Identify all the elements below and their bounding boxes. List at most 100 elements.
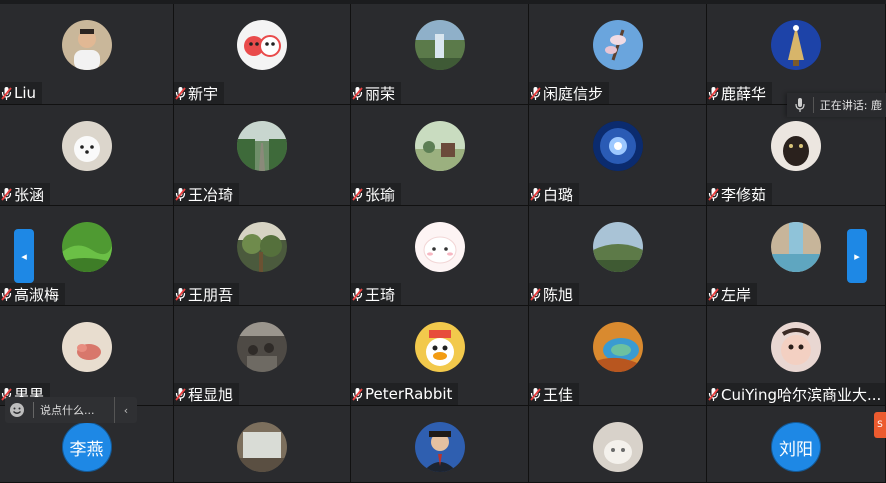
microphone-muted-icon [708,287,719,301]
participant-name: 闲庭信步 [543,84,604,103]
microphone-muted-icon [352,287,363,301]
avatar-initials: 刘阳 [771,422,821,472]
participant-nameplate: 王朋吾 [174,283,240,305]
side-panel-tab[interactable]: S [874,412,886,438]
microphone-icon [787,97,814,113]
participant-tile[interactable]: 鹿薛华 [707,4,886,105]
participant-nameplate: 丽荣 [351,82,402,104]
microphone-muted-icon [175,86,186,100]
next-page-button[interactable]: ▸ [847,229,867,283]
avatar [592,222,643,272]
participant-tile[interactable]: 程显旭 [174,306,351,406]
divider [33,402,34,418]
participant-tile[interactable] [351,406,529,483]
participant-name: 王朋吾 [188,285,234,304]
microphone-muted-icon [1,86,12,100]
participant-tile[interactable]: 王朋吾 [174,206,351,306]
participant-name: 左岸 [721,285,752,304]
participant-name: CuiYing哈尔滨商业大... [721,385,882,404]
participant-tile[interactable]: 丽荣 [351,4,529,105]
avatar [414,422,465,472]
participant-nameplate: 闲庭信步 [529,82,610,104]
chevron-right-icon: ▸ [854,249,860,263]
avatar [61,20,112,70]
participant-nameplate: 李修茹 [707,183,773,205]
chat-input-bar[interactable]: 说点什么... ‹ [5,397,137,423]
participant-tile[interactable]: 白璐 [529,105,707,206]
avatar [237,422,287,472]
participant-name: 鹿薛华 [721,84,767,103]
participant-tile[interactable]: 新宇 [174,4,351,105]
microphone-muted-icon [708,387,719,401]
microphone-muted-icon [1,187,12,201]
participant-nameplate: 王佳 [529,383,580,405]
participant-name: 新宇 [188,84,219,103]
participant-name: 高淑梅 [14,285,60,304]
avatar [237,20,287,70]
participant-tile[interactable]: PeterRabbit [351,306,529,406]
microphone-muted-icon [1,287,12,301]
participant-name: PeterRabbit [365,385,453,403]
speaking-indicator: 正在讲话: 鹿 [786,93,886,117]
avatar [592,121,643,171]
microphone-muted-icon [352,187,363,201]
participant-tile[interactable]: 陈旭 [529,206,707,306]
microphone-muted-icon [530,387,541,401]
participant-name: Liu [14,84,37,102]
meeting-gallery: Liu 新宇 丽荣 闲庭信步 鹿薛华张涵 王冶琦 张瑜 白璐 李修茹高淑梅 王朋吾 王琦 陈旭 左岸果果… [0,0,886,483]
participant-tile[interactable]: 闲庭信步 [529,4,707,105]
microphone-muted-icon [708,86,719,100]
avatar [592,322,643,372]
participant-tile[interactable]: 果果 [0,306,174,406]
participant-name: 王琦 [365,285,396,304]
participant-tile[interactable]: 王冶琦 [174,105,351,206]
microphone-muted-icon [175,287,186,301]
participant-tile[interactable] [174,406,351,483]
microphone-muted-icon [708,187,719,201]
avatar [414,121,465,171]
avatar [592,20,643,70]
participant-tile[interactable]: 张瑜 [351,105,529,206]
participant-nameplate: 张涵 [0,183,51,205]
participant-tile[interactable]: 王佳 [529,306,707,406]
microphone-muted-icon [175,187,186,201]
participant-name: 程显旭 [188,385,234,404]
participant-name: 李修茹 [721,185,767,204]
participant-tile[interactable]: CuiYing哈尔滨商业大... [707,306,886,406]
avatar-initials: 李燕 [61,422,112,472]
participant-name: 丽荣 [365,84,396,103]
participant-nameplate: 新宇 [174,82,225,104]
participant-tile[interactable]: 刘阳 [707,406,886,483]
avatar [61,322,112,372]
avatar [771,222,821,272]
chat-placeholder[interactable]: 说点什么... [40,402,95,418]
participant-nameplate: 左岸 [707,283,758,305]
participant-nameplate: 高淑梅 [0,283,66,305]
avatar [414,222,465,272]
avatar [771,121,821,171]
participant-tile[interactable]: Liu [0,4,174,105]
microphone-muted-icon [352,387,363,401]
participant-tile[interactable] [529,406,707,483]
prev-page-button[interactable]: ◂ [14,229,34,283]
participant-name: 陈旭 [543,285,574,304]
participant-name: 王佳 [543,385,574,404]
avatar [771,20,821,70]
emoji-icon[interactable] [5,402,29,418]
avatar [771,322,821,372]
participant-nameplate: Liu [0,82,43,104]
participant-tile[interactable]: 王琦 [351,206,529,306]
microphone-muted-icon [175,387,186,401]
participant-name: 张涵 [14,185,45,204]
participant-tile[interactable]: 张涵 [0,105,174,206]
chevron-left-icon: ◂ [21,249,27,263]
participant-nameplate: CuiYing哈尔滨商业大... [707,383,885,405]
speaking-label: 正在讲话: 鹿 [819,99,882,112]
participant-name: 王冶琦 [188,185,234,204]
participant-name: 白璐 [543,185,574,204]
participant-nameplate: 王琦 [351,283,402,305]
participant-tile[interactable]: 李修茹 [707,105,886,206]
collapse-chat-button[interactable]: ‹ [114,397,137,423]
participant-nameplate: PeterRabbit [351,383,459,405]
participant-nameplate: 白璐 [529,183,580,205]
